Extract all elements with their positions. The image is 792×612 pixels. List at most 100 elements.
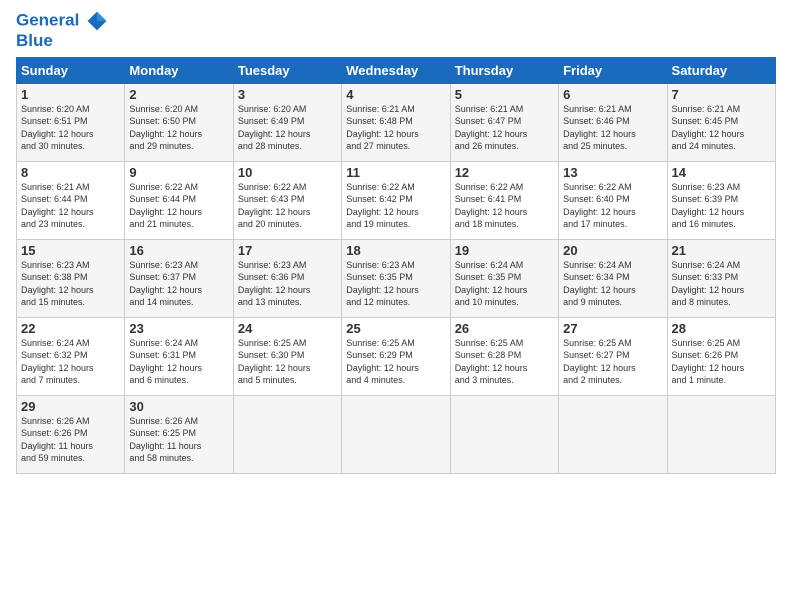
day-info: Sunrise: 6:25 AM Sunset: 6:26 PM Dayligh… (672, 337, 771, 387)
day-number: 13 (563, 165, 662, 180)
calendar-week-row: 1Sunrise: 6:20 AM Sunset: 6:51 PM Daylig… (17, 83, 776, 161)
weekday-header: Saturday (667, 57, 775, 83)
calendar-cell: 25Sunrise: 6:25 AM Sunset: 6:29 PM Dayli… (342, 317, 450, 395)
day-info: Sunrise: 6:21 AM Sunset: 6:45 PM Dayligh… (672, 103, 771, 153)
calendar-cell (667, 395, 775, 473)
calendar-cell (342, 395, 450, 473)
calendar-cell: 26Sunrise: 6:25 AM Sunset: 6:28 PM Dayli… (450, 317, 558, 395)
day-info: Sunrise: 6:21 AM Sunset: 6:48 PM Dayligh… (346, 103, 445, 153)
calendar-cell: 2Sunrise: 6:20 AM Sunset: 6:50 PM Daylig… (125, 83, 233, 161)
weekday-header: Friday (559, 57, 667, 83)
day-number: 22 (21, 321, 120, 336)
day-number: 28 (672, 321, 771, 336)
day-info: Sunrise: 6:20 AM Sunset: 6:50 PM Dayligh… (129, 103, 228, 153)
calendar-cell: 7Sunrise: 6:21 AM Sunset: 6:45 PM Daylig… (667, 83, 775, 161)
day-info: Sunrise: 6:26 AM Sunset: 6:26 PM Dayligh… (21, 415, 120, 465)
day-info: Sunrise: 6:24 AM Sunset: 6:33 PM Dayligh… (672, 259, 771, 309)
logo-blue: Blue (16, 32, 108, 51)
day-info: Sunrise: 6:24 AM Sunset: 6:31 PM Dayligh… (129, 337, 228, 387)
calendar-week-row: 29Sunrise: 6:26 AM Sunset: 6:26 PM Dayli… (17, 395, 776, 473)
day-number: 7 (672, 87, 771, 102)
day-number: 9 (129, 165, 228, 180)
calendar-body: 1Sunrise: 6:20 AM Sunset: 6:51 PM Daylig… (17, 83, 776, 473)
day-info: Sunrise: 6:23 AM Sunset: 6:39 PM Dayligh… (672, 181, 771, 231)
day-number: 5 (455, 87, 554, 102)
day-number: 20 (563, 243, 662, 258)
weekday-header: Sunday (17, 57, 125, 83)
day-info: Sunrise: 6:23 AM Sunset: 6:36 PM Dayligh… (238, 259, 337, 309)
calendar-cell: 30Sunrise: 6:26 AM Sunset: 6:25 PM Dayli… (125, 395, 233, 473)
day-number: 11 (346, 165, 445, 180)
day-number: 10 (238, 165, 337, 180)
calendar-week-row: 22Sunrise: 6:24 AM Sunset: 6:32 PM Dayli… (17, 317, 776, 395)
weekday-header-row: SundayMondayTuesdayWednesdayThursdayFrid… (17, 57, 776, 83)
day-info: Sunrise: 6:25 AM Sunset: 6:29 PM Dayligh… (346, 337, 445, 387)
day-info: Sunrise: 6:22 AM Sunset: 6:43 PM Dayligh… (238, 181, 337, 231)
calendar-cell: 5Sunrise: 6:21 AM Sunset: 6:47 PM Daylig… (450, 83, 558, 161)
day-number: 26 (455, 321, 554, 336)
calendar-cell: 9Sunrise: 6:22 AM Sunset: 6:44 PM Daylig… (125, 161, 233, 239)
calendar-cell: 21Sunrise: 6:24 AM Sunset: 6:33 PM Dayli… (667, 239, 775, 317)
logo-general: General (16, 10, 79, 29)
calendar-cell: 11Sunrise: 6:22 AM Sunset: 6:42 PM Dayli… (342, 161, 450, 239)
day-info: Sunrise: 6:26 AM Sunset: 6:25 PM Dayligh… (129, 415, 228, 465)
calendar-cell: 24Sunrise: 6:25 AM Sunset: 6:30 PM Dayli… (233, 317, 341, 395)
calendar-cell: 15Sunrise: 6:23 AM Sunset: 6:38 PM Dayli… (17, 239, 125, 317)
day-number: 19 (455, 243, 554, 258)
day-info: Sunrise: 6:24 AM Sunset: 6:35 PM Dayligh… (455, 259, 554, 309)
calendar-cell: 16Sunrise: 6:23 AM Sunset: 6:37 PM Dayli… (125, 239, 233, 317)
calendar-cell: 3Sunrise: 6:20 AM Sunset: 6:49 PM Daylig… (233, 83, 341, 161)
day-number: 21 (672, 243, 771, 258)
day-info: Sunrise: 6:23 AM Sunset: 6:38 PM Dayligh… (21, 259, 120, 309)
day-number: 2 (129, 87, 228, 102)
day-info: Sunrise: 6:25 AM Sunset: 6:27 PM Dayligh… (563, 337, 662, 387)
day-info: Sunrise: 6:22 AM Sunset: 6:40 PM Dayligh… (563, 181, 662, 231)
day-info: Sunrise: 6:24 AM Sunset: 6:34 PM Dayligh… (563, 259, 662, 309)
day-number: 15 (21, 243, 120, 258)
calendar-cell (559, 395, 667, 473)
day-number: 12 (455, 165, 554, 180)
day-number: 16 (129, 243, 228, 258)
calendar-cell: 12Sunrise: 6:22 AM Sunset: 6:41 PM Dayli… (450, 161, 558, 239)
day-info: Sunrise: 6:22 AM Sunset: 6:41 PM Dayligh… (455, 181, 554, 231)
calendar-cell: 19Sunrise: 6:24 AM Sunset: 6:35 PM Dayli… (450, 239, 558, 317)
calendar-cell: 8Sunrise: 6:21 AM Sunset: 6:44 PM Daylig… (17, 161, 125, 239)
day-number: 18 (346, 243, 445, 258)
calendar-cell: 17Sunrise: 6:23 AM Sunset: 6:36 PM Dayli… (233, 239, 341, 317)
day-info: Sunrise: 6:20 AM Sunset: 6:49 PM Dayligh… (238, 103, 337, 153)
calendar-cell: 29Sunrise: 6:26 AM Sunset: 6:26 PM Dayli… (17, 395, 125, 473)
day-number: 29 (21, 399, 120, 414)
day-number: 27 (563, 321, 662, 336)
day-info: Sunrise: 6:20 AM Sunset: 6:51 PM Dayligh… (21, 103, 120, 153)
calendar-cell: 22Sunrise: 6:24 AM Sunset: 6:32 PM Dayli… (17, 317, 125, 395)
day-info: Sunrise: 6:21 AM Sunset: 6:44 PM Dayligh… (21, 181, 120, 231)
day-number: 30 (129, 399, 228, 414)
calendar-cell (450, 395, 558, 473)
calendar-cell: 4Sunrise: 6:21 AM Sunset: 6:48 PM Daylig… (342, 83, 450, 161)
calendar-cell: 20Sunrise: 6:24 AM Sunset: 6:34 PM Dayli… (559, 239, 667, 317)
calendar-cell: 13Sunrise: 6:22 AM Sunset: 6:40 PM Dayli… (559, 161, 667, 239)
day-info: Sunrise: 6:25 AM Sunset: 6:30 PM Dayligh… (238, 337, 337, 387)
day-info: Sunrise: 6:21 AM Sunset: 6:47 PM Dayligh… (455, 103, 554, 153)
weekday-header: Wednesday (342, 57, 450, 83)
calendar-week-row: 8Sunrise: 6:21 AM Sunset: 6:44 PM Daylig… (17, 161, 776, 239)
calendar-week-row: 15Sunrise: 6:23 AM Sunset: 6:38 PM Dayli… (17, 239, 776, 317)
day-info: Sunrise: 6:22 AM Sunset: 6:44 PM Dayligh… (129, 181, 228, 231)
day-number: 3 (238, 87, 337, 102)
day-number: 17 (238, 243, 337, 258)
day-info: Sunrise: 6:24 AM Sunset: 6:32 PM Dayligh… (21, 337, 120, 387)
header: General Blue (16, 10, 776, 51)
logo: General Blue (16, 10, 108, 51)
calendar-cell: 23Sunrise: 6:24 AM Sunset: 6:31 PM Dayli… (125, 317, 233, 395)
calendar-cell: 6Sunrise: 6:21 AM Sunset: 6:46 PM Daylig… (559, 83, 667, 161)
weekday-header: Thursday (450, 57, 558, 83)
day-number: 25 (346, 321, 445, 336)
page-container: General Blue SundayMondayTuesdayWednesda… (0, 0, 792, 484)
day-number: 8 (21, 165, 120, 180)
day-info: Sunrise: 6:21 AM Sunset: 6:46 PM Dayligh… (563, 103, 662, 153)
weekday-header: Tuesday (233, 57, 341, 83)
calendar-table: SundayMondayTuesdayWednesdayThursdayFrid… (16, 57, 776, 474)
calendar-cell: 18Sunrise: 6:23 AM Sunset: 6:35 PM Dayli… (342, 239, 450, 317)
day-number: 24 (238, 321, 337, 336)
day-number: 6 (563, 87, 662, 102)
